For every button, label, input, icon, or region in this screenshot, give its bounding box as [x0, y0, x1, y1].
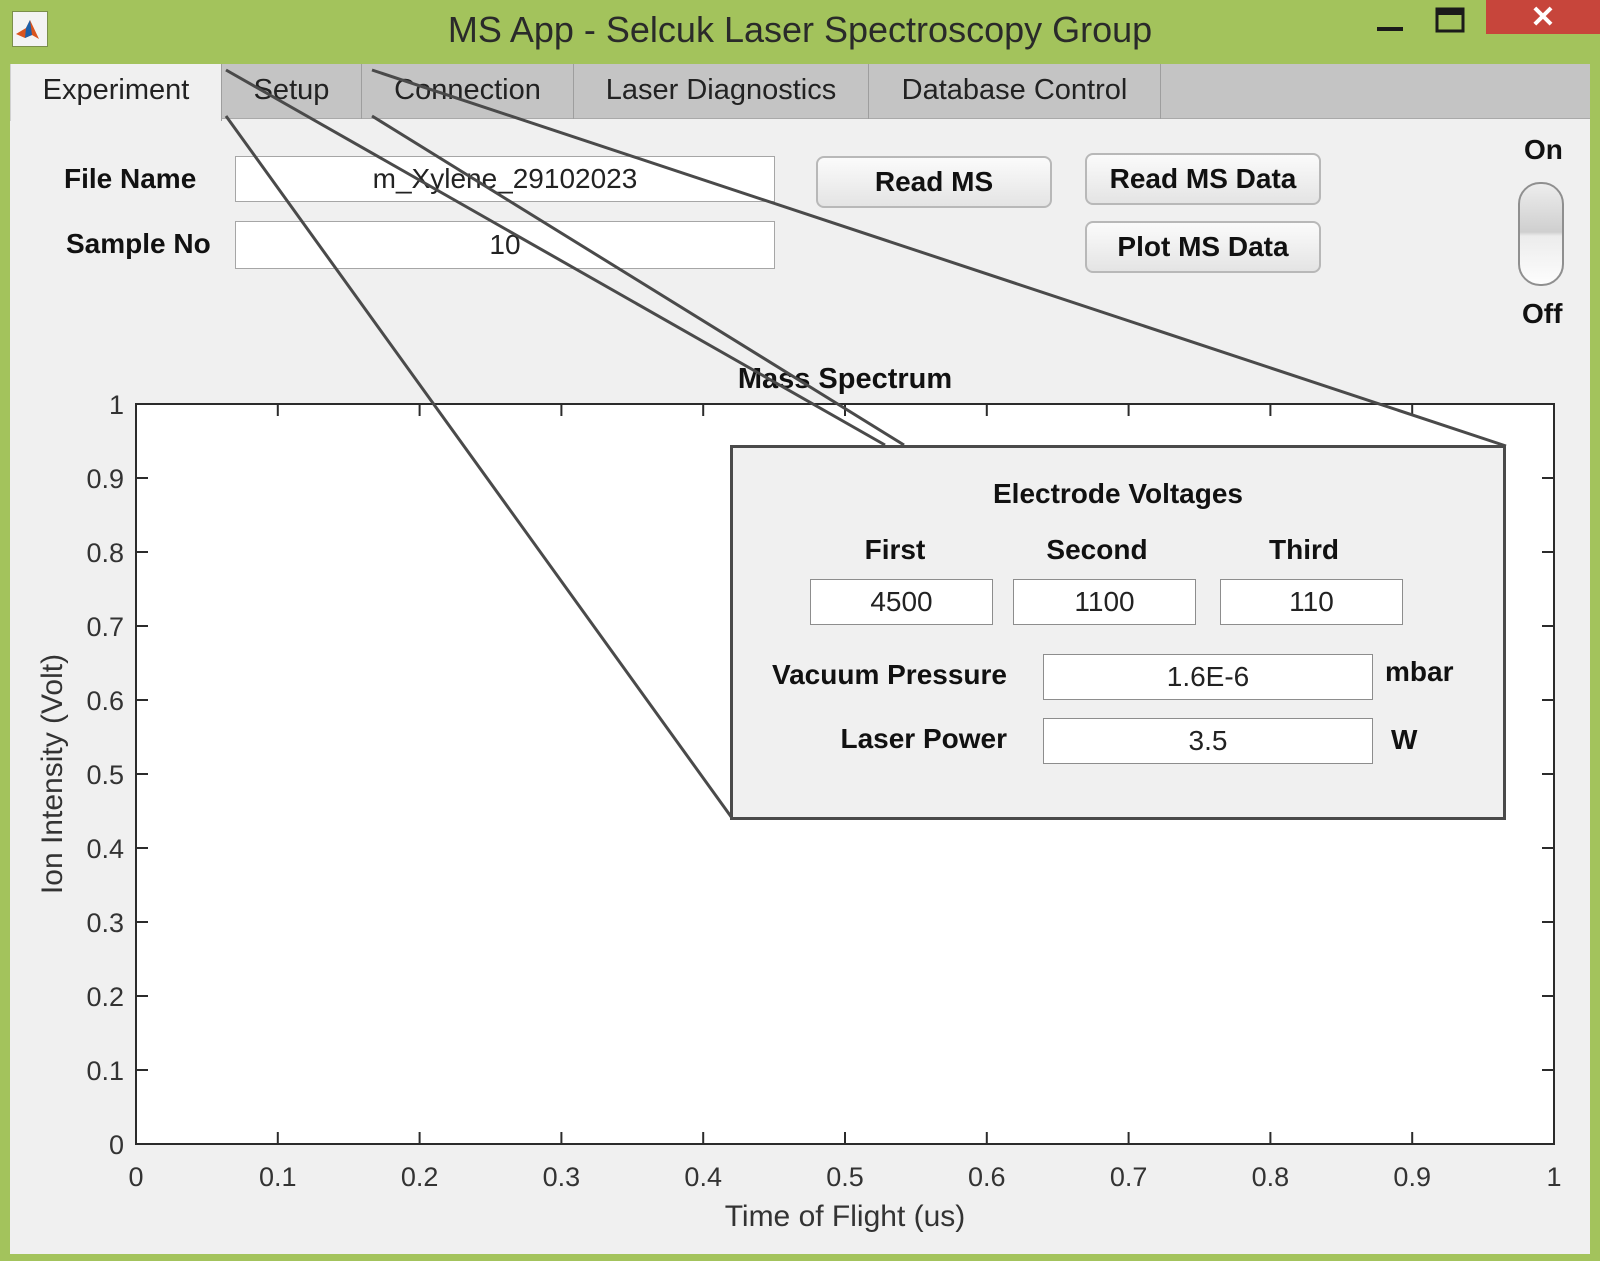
x-tick-label: 0.3	[543, 1162, 581, 1192]
laser-power-field[interactable]: 3.5	[1043, 718, 1373, 764]
vacuum-pressure-unit: mbar	[1385, 656, 1454, 687]
y-tick-label: 0.3	[86, 908, 124, 938]
x-axis-label: Time of Flight (us)	[725, 1200, 966, 1233]
callout-connector-line	[225, 68, 886, 447]
app-window: MS App - Selcuk Laser Spectroscopy Group…	[0, 0, 1600, 1261]
y-tick-label: 1	[109, 390, 124, 420]
vacuum-pressure-field[interactable]: 1.6E-6	[1043, 654, 1373, 700]
x-tick-label: 0.1	[259, 1162, 297, 1192]
x-tick-label: 1	[1546, 1162, 1561, 1192]
x-tick-label: 0.7	[1110, 1162, 1148, 1192]
y-tick-label: 0.8	[86, 538, 124, 568]
second-electrode-label: Second	[1046, 534, 1148, 565]
x-tick-label: 0	[128, 1162, 143, 1192]
x-tick-label: 0.8	[1252, 1162, 1290, 1192]
x-tick-label: 0.9	[1393, 1162, 1431, 1192]
x-tick-label: 0.5	[826, 1162, 864, 1192]
first-electrode-field[interactable]: 4500	[810, 579, 993, 625]
y-tick-label: 0.5	[86, 760, 124, 790]
electrode-voltages-title: Electrode Voltages	[992, 478, 1243, 509]
x-tick-label: 0.2	[401, 1162, 439, 1192]
y-tick-label: 0.4	[86, 834, 124, 864]
y-axis-label: Ion Intensity (Volt)	[36, 654, 69, 894]
setup-detail-callout: Electrode Voltages First Second Third 45…	[730, 445, 1506, 820]
third-electrode-label: Third	[1269, 534, 1339, 565]
x-tick-label: 0.4	[684, 1162, 722, 1192]
y-tick-label: 0.9	[86, 464, 124, 494]
x-tick-label: 0.6	[968, 1162, 1006, 1192]
callout-connector-line	[371, 114, 905, 447]
laser-power-unit: W	[1391, 724, 1418, 755]
vacuum-pressure-label: Vacuum Pressure	[771, 659, 1007, 690]
y-tick-label: 0.6	[86, 686, 124, 716]
y-tick-label: 0.7	[86, 612, 124, 642]
y-tick-label: 0.1	[86, 1056, 124, 1086]
y-tick-label: 0.2	[86, 982, 124, 1012]
second-electrode-field[interactable]: 1100	[1013, 579, 1196, 625]
laser-power-label: Laser Power	[840, 723, 1007, 754]
third-electrode-field[interactable]: 110	[1220, 579, 1403, 625]
y-tick-label: 0	[109, 1130, 124, 1160]
first-electrode-label: First	[864, 534, 926, 565]
